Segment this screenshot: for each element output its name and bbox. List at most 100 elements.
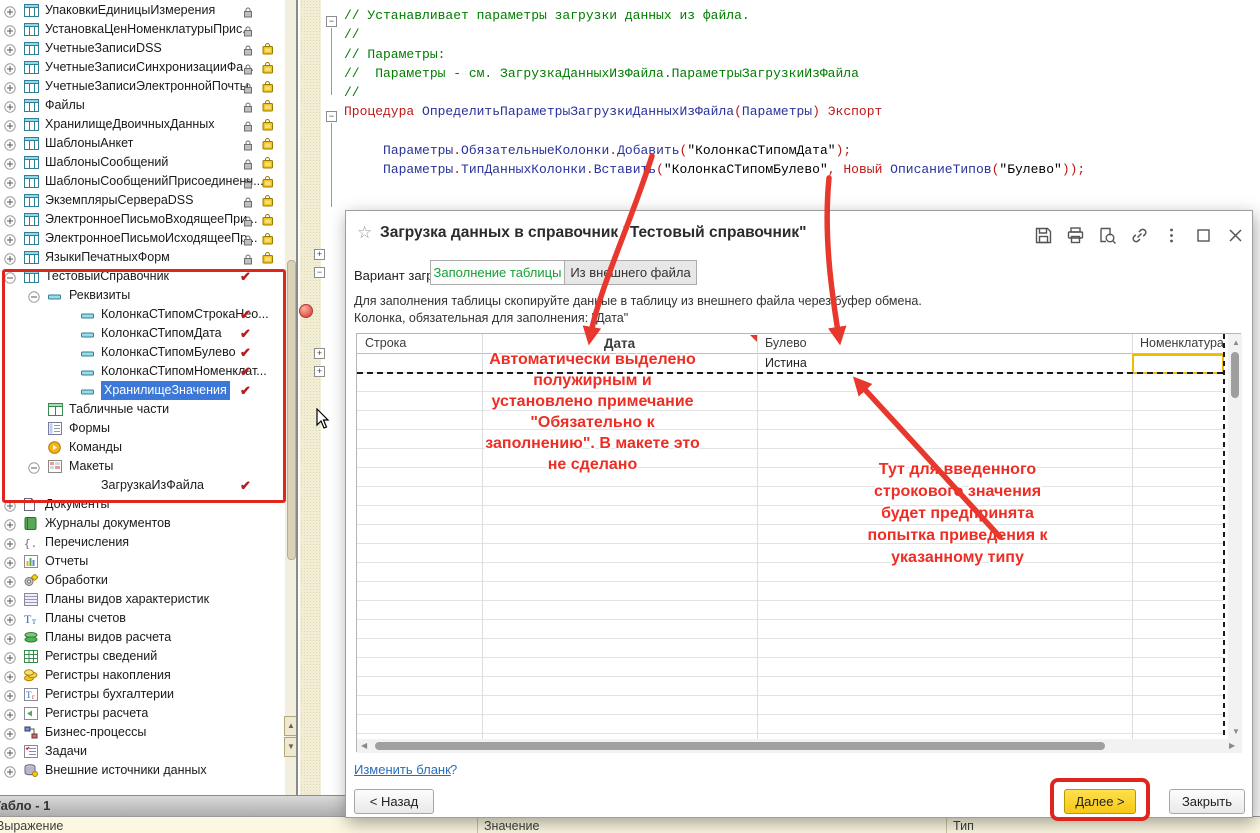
tree-item-label[interactable]: Формы <box>69 419 110 438</box>
tree-item-label[interactable]: Планы видов характеристик <box>45 590 209 609</box>
tree-item[interactable]: Планы видов характеристик <box>0 590 298 609</box>
tree-item-label[interactable]: Реквизиты <box>69 286 130 305</box>
grid-row[interactable] <box>357 525 1224 544</box>
tree-item-label[interactable]: ХранилищеДвоичныхДанных <box>45 115 215 134</box>
tree-item-label[interactable]: ШаблоныСообщений <box>45 153 168 172</box>
expand-icon[interactable] <box>4 708 16 720</box>
print-icon[interactable] <box>1065 225 1086 246</box>
fold-collapse-box[interactable]: − <box>314 267 325 278</box>
tree-item-label[interactable]: ХранилищеЗначения <box>101 381 230 400</box>
scroll-down-icon[interactable]: ▼ <box>1232 725 1240 739</box>
expand-icon[interactable] <box>4 233 16 245</box>
expand-icon[interactable] <box>4 214 16 226</box>
tree-item[interactable]: ШаблоныСообщений <box>0 153 298 172</box>
expand-icon[interactable] <box>4 5 16 17</box>
tree-item-label[interactable]: Планы видов расчета <box>45 628 171 647</box>
tree-item[interactable]: КолонкаСТипомДата✔ <box>0 324 298 343</box>
tree-item-label[interactable]: Документы <box>45 495 109 514</box>
tree-item-label[interactable]: Табличные части <box>69 400 169 419</box>
back-button[interactable]: < Назад <box>354 789 434 814</box>
tree-item-label[interactable]: Перечисления <box>45 533 129 552</box>
tree-item-label[interactable]: УчетныеЗаписиDSS <box>45 39 162 58</box>
scroll-left-icon[interactable]: ◀ <box>361 739 367 753</box>
tree-item-label[interactable]: Регистры накопления <box>45 666 171 685</box>
fold-collapse-box[interactable]: − <box>326 111 337 122</box>
tree-item[interactable]: Файлы <box>0 96 298 115</box>
change-form-link[interactable]: Изменить бланк <box>354 762 451 777</box>
tree-item[interactable]: ТестовыйСправочник✔ <box>0 267 298 286</box>
tree-item-label[interactable]: КолонкаСТипомБулево <box>101 343 236 362</box>
expand-icon[interactable] <box>4 195 16 207</box>
tree-item[interactable]: КолонкаСТипомСтрокаНео...✔ <box>0 305 298 324</box>
preview-icon[interactable] <box>1097 225 1118 246</box>
tree-item[interactable]: Команды <box>0 438 298 457</box>
tree-scroll-up-button[interactable]: ▲ <box>284 716 298 736</box>
expand-icon[interactable] <box>4 537 16 549</box>
expand-icon[interactable] <box>4 556 16 568</box>
help-link[interactable]: ? <box>450 762 457 777</box>
tree-item[interactable]: ХранилищеЗначения✔ <box>0 381 298 400</box>
tree-item-label[interactable]: КолонкаСТипомДата <box>101 324 222 343</box>
breakpoint-icon[interactable] <box>299 304 313 318</box>
grid-column-header[interactable]: Булево <box>765 336 807 350</box>
tree-item-label[interactable]: ЭлектронноеПисьмоИсходящееПр... <box>45 229 258 248</box>
grid-column-header[interactable]: Номенклатура <box>1140 336 1224 350</box>
expand-icon[interactable] <box>4 518 16 530</box>
tree-item[interactable]: Обработки <box>0 571 298 590</box>
tree-item[interactable]: КолонкаСТипомНоменклат...✔ <box>0 362 298 381</box>
favorite-star-icon[interactable]: ☆ <box>357 223 372 243</box>
grid-row[interactable] <box>357 563 1224 582</box>
fold-expand-box[interactable]: + <box>314 366 325 377</box>
tree-item-label[interactable]: Регистры расчета <box>45 704 148 723</box>
grid-column-header[interactable]: Строка <box>365 336 406 350</box>
tree-item[interactable]: ШаблоныАнкет <box>0 134 298 153</box>
grid-row[interactable] <box>357 620 1224 639</box>
close-icon[interactable] <box>1225 225 1246 246</box>
tree-item-label[interactable]: ТестовыйСправочник <box>45 267 169 286</box>
tree-item-label[interactable]: Регистры бухгалтерии <box>45 685 174 704</box>
tree-item[interactable]: ЭлектронноеПисьмоВходящееПри... <box>0 210 298 229</box>
grid-horizontal-scrollbar[interactable]: ◀ ▶ <box>357 739 1242 753</box>
expand-icon[interactable] <box>4 119 16 131</box>
fold-collapse-box[interactable]: − <box>326 16 337 27</box>
tree-item[interactable]: Регистры накопления <box>0 666 298 685</box>
scroll-up-icon[interactable]: ▲ <box>1232 336 1240 350</box>
tree-item[interactable]: Регистры сведений <box>0 647 298 666</box>
tree-item-label[interactable]: Внешние источники данных <box>45 761 207 780</box>
grid-row[interactable] <box>357 449 1224 468</box>
grid-vertical-scrollbar[interactable]: ▲ ▼ <box>1228 334 1242 739</box>
expand-icon[interactable] <box>4 176 16 188</box>
grid-cell-bulevo[interactable]: Истина <box>765 356 807 370</box>
tree-item[interactable]: УпаковкиЕдиницыИзмерения <box>0 1 298 20</box>
grid-row[interactable] <box>357 468 1224 487</box>
tree-item[interactable]: Отчеты <box>0 552 298 571</box>
expand-icon[interactable] <box>4 62 16 74</box>
tree-item[interactable]: УчетныеЗаписиDSS <box>0 39 298 58</box>
tree-item-label[interactable]: Команды <box>69 438 122 457</box>
expand-icon[interactable] <box>4 252 16 264</box>
tree-item-label[interactable]: Бизнес-процессы <box>45 723 146 742</box>
grid-row[interactable] <box>357 487 1224 506</box>
grid-row[interactable] <box>357 373 1224 392</box>
grid-row[interactable] <box>357 582 1224 601</box>
fold-expand-box[interactable]: + <box>314 249 325 260</box>
tree-item[interactable]: ХранилищеДвоичныхДанных <box>0 115 298 134</box>
tree-item-label[interactable]: ЗагрузкаИзФайла <box>101 476 204 495</box>
grid-vscroll-thumb[interactable] <box>1231 352 1239 398</box>
expand-icon[interactable] <box>4 138 16 150</box>
expand-icon[interactable] <box>4 613 16 625</box>
expand-icon[interactable] <box>4 24 16 36</box>
link-icon[interactable] <box>1129 225 1150 246</box>
tree-scrollbar-thumb[interactable] <box>287 260 296 560</box>
spreadsheet-grid[interactable]: СтрокаДатаБулевоНоменклатура Истина ▲ ▼ … <box>356 333 1241 752</box>
tree-item[interactable]: ШаблоныСообщенийПрисоединенн... <box>0 172 298 191</box>
close-button[interactable]: Закрыть <box>1169 789 1245 814</box>
tree-item-label[interactable]: Макеты <box>69 457 113 476</box>
tree-item-label[interactable]: Регистры сведений <box>45 647 157 666</box>
tab-fill-table[interactable]: Заполнение таблицы <box>430 260 564 285</box>
grid-row[interactable] <box>357 601 1224 620</box>
grid-row[interactable] <box>357 411 1224 430</box>
tree-item-label[interactable]: ЯзыкиПечатныхФорм <box>45 248 170 267</box>
tree-item-label[interactable]: ШаблоныАнкет <box>45 134 133 153</box>
more-icon[interactable] <box>1161 225 1182 246</box>
